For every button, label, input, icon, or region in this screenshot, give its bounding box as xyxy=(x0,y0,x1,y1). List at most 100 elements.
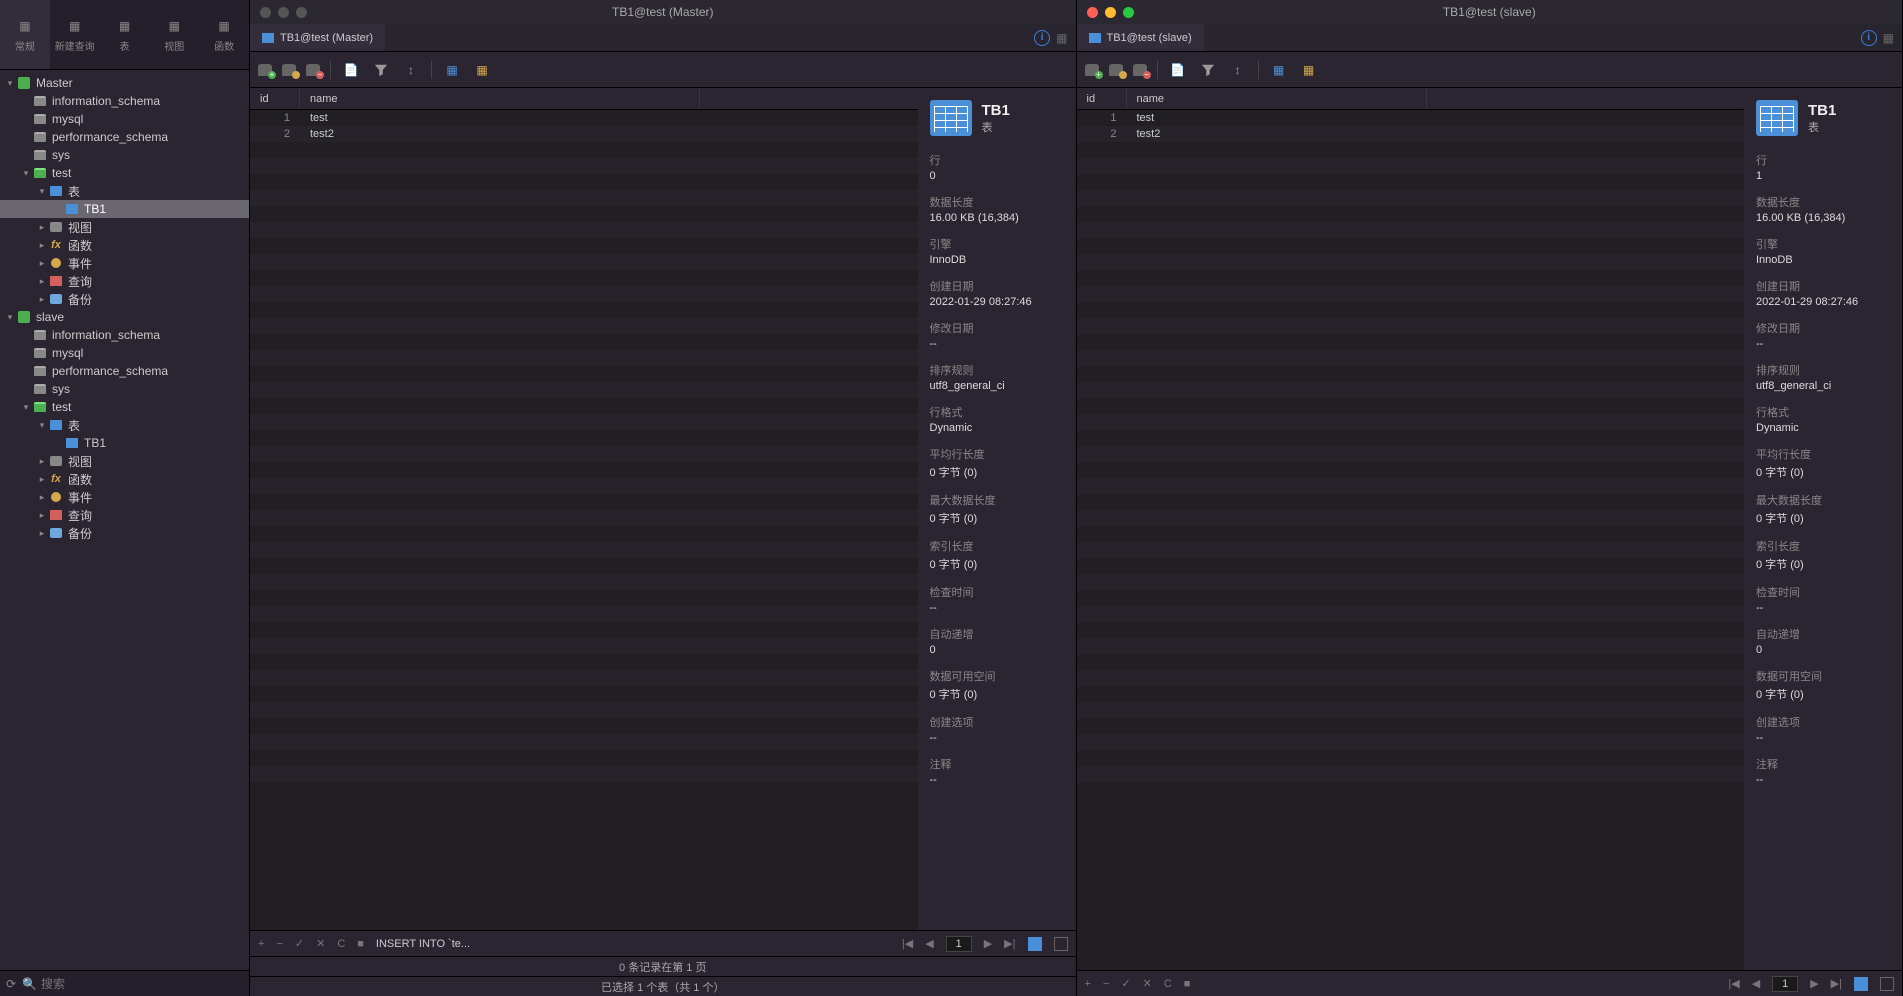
page-input[interactable] xyxy=(1772,976,1798,992)
import-button[interactable]: ▦ xyxy=(442,60,462,80)
toolbar-gear[interactable]: ▦常规 xyxy=(0,0,50,69)
tree-queries[interactable]: ▸查询 xyxy=(0,506,249,524)
connection-slave[interactable]: ▾slave xyxy=(0,308,249,326)
sync-icon[interactable]: ⟳ xyxy=(6,977,16,991)
column-header-id[interactable]: id xyxy=(250,88,300,109)
info-icon[interactable]: i xyxy=(1034,30,1050,46)
table-row[interactable]: 1test xyxy=(1077,110,1745,126)
stop-button[interactable]: ■ xyxy=(357,938,364,950)
cell-name[interactable]: test2 xyxy=(300,126,700,142)
expand-arrow-icon[interactable]: ▸ xyxy=(36,276,48,287)
database-sys[interactable]: sys xyxy=(0,146,249,164)
toolbar-fx[interactable]: ▦函数 xyxy=(199,0,249,69)
table-row[interactable]: 1test xyxy=(250,110,918,126)
page-input[interactable] xyxy=(946,936,972,952)
database-mysql[interactable]: mysql xyxy=(0,110,249,128)
table-row[interactable]: 2test2 xyxy=(250,126,918,142)
database-information_schema[interactable]: information_schema xyxy=(0,92,249,110)
connection-Master[interactable]: ▾Master xyxy=(0,74,249,92)
tab-active[interactable]: TB1@test (Master) xyxy=(250,24,385,51)
toolbar-table[interactable]: ▦表 xyxy=(100,0,150,69)
first-page-button[interactable]: |◀ xyxy=(902,937,913,950)
expand-arrow-icon[interactable]: ▸ xyxy=(36,456,48,467)
delete-record-button[interactable]: − xyxy=(1103,978,1109,990)
expand-arrow-icon[interactable]: ▾ xyxy=(36,420,48,431)
tree-views[interactable]: ▸视图 xyxy=(0,218,249,236)
next-page-button[interactable]: ▶ xyxy=(1810,977,1818,990)
expand-arrow-icon[interactable]: ▸ xyxy=(36,240,48,251)
table-TB1[interactable]: TB1 xyxy=(0,434,249,452)
table-row[interactable]: 2test2 xyxy=(1077,126,1745,142)
info-icon[interactable]: i xyxy=(1861,30,1877,46)
grid-body[interactable]: 1test2test2 xyxy=(250,110,918,930)
expand-arrow-icon[interactable]: ▾ xyxy=(20,402,32,413)
export-button[interactable]: 📄 xyxy=(1168,60,1188,80)
new-row-button[interactable]: + xyxy=(258,64,272,76)
sort-button[interactable]: ↕ xyxy=(401,60,421,80)
database-performance_schema[interactable]: performance_schema xyxy=(0,128,249,146)
grid-view-button[interactable] xyxy=(1028,937,1042,951)
new-row-button[interactable]: + xyxy=(1085,64,1099,76)
database-test[interactable]: ▾test xyxy=(0,164,249,182)
expand-arrow-icon[interactable]: ▸ xyxy=(36,258,48,269)
form-view-button[interactable] xyxy=(1880,977,1894,991)
traffic-lights[interactable] xyxy=(260,7,307,18)
tree-backups[interactable]: ▸备份 xyxy=(0,524,249,542)
tab-active[interactable]: TB1@test (slave) xyxy=(1077,24,1204,51)
tree-events[interactable]: ▸事件 xyxy=(0,488,249,506)
delete-row-button[interactable]: − xyxy=(306,64,320,76)
expand-arrow-icon[interactable]: ▾ xyxy=(36,186,48,197)
filter-button[interactable] xyxy=(1198,60,1218,80)
filter-button[interactable] xyxy=(371,60,391,80)
expand-arrow-icon[interactable]: ▸ xyxy=(36,222,48,233)
refresh-button[interactable]: C xyxy=(1164,978,1172,990)
toolbar-query[interactable]: ▦新建查询 xyxy=(50,0,100,69)
tree-views[interactable]: ▸视图 xyxy=(0,452,249,470)
add-record-button[interactable]: + xyxy=(258,938,264,950)
apply-button[interactable]: ✓ xyxy=(295,937,304,950)
expand-arrow-icon[interactable]: ▸ xyxy=(36,528,48,539)
grid-body[interactable]: 1test2test2 xyxy=(1077,110,1745,970)
grid-view-button[interactable] xyxy=(1854,977,1868,991)
expand-arrow-icon[interactable]: ▸ xyxy=(36,474,48,485)
delete-record-button[interactable]: − xyxy=(276,938,282,950)
next-page-button[interactable]: ▶ xyxy=(984,937,992,950)
prev-page-button[interactable]: ◀ xyxy=(925,937,933,950)
tree-queries[interactable]: ▸查询 xyxy=(0,272,249,290)
refresh-button[interactable]: C xyxy=(337,938,345,950)
apply-button[interactable]: ✓ xyxy=(1121,977,1130,990)
save-button[interactable] xyxy=(282,64,296,76)
database-sys[interactable]: sys xyxy=(0,380,249,398)
expand-arrow-icon[interactable]: ▸ xyxy=(36,492,48,503)
column-header-name[interactable]: name xyxy=(300,88,700,109)
traffic-lights[interactable] xyxy=(1087,7,1134,18)
first-page-button[interactable]: |◀ xyxy=(1728,977,1739,990)
cell-name[interactable]: test xyxy=(300,110,700,126)
form-view-button[interactable] xyxy=(1054,937,1068,951)
tree-functions[interactable]: ▸fx函数 xyxy=(0,470,249,488)
column-header-id[interactable]: id xyxy=(1077,88,1127,109)
delete-row-button[interactable]: − xyxy=(1133,64,1147,76)
tree-backups[interactable]: ▸备份 xyxy=(0,290,249,308)
expand-arrow-icon[interactable]: ▸ xyxy=(36,510,48,521)
expand-arrow-icon[interactable]: ▾ xyxy=(20,168,32,179)
tree-tables[interactable]: ▾表 xyxy=(0,182,249,200)
import-button[interactable]: ▦ xyxy=(1269,60,1289,80)
add-record-button[interactable]: + xyxy=(1085,978,1091,990)
tree-functions[interactable]: ▸fx函数 xyxy=(0,236,249,254)
database-mysql[interactable]: mysql xyxy=(0,344,249,362)
expand-arrow-icon[interactable]: ▾ xyxy=(4,312,16,323)
columns-icon[interactable]: ▦ xyxy=(1883,31,1894,45)
tree-events[interactable]: ▸事件 xyxy=(0,254,249,272)
cancel-button[interactable]: ✕ xyxy=(316,937,325,950)
save-button[interactable] xyxy=(1109,64,1123,76)
columns-icon[interactable]: ▦ xyxy=(1056,31,1067,45)
expand-arrow-icon[interactable]: ▾ xyxy=(4,78,16,89)
cell-name[interactable]: test xyxy=(1127,110,1427,126)
prev-page-button[interactable]: ◀ xyxy=(1752,977,1760,990)
table-TB1[interactable]: TB1 xyxy=(0,200,249,218)
column-header-name[interactable]: name xyxy=(1127,88,1427,109)
export2-button[interactable]: ▦ xyxy=(472,60,492,80)
stop-button[interactable]: ■ xyxy=(1184,978,1191,990)
last-page-button[interactable]: ▶| xyxy=(1831,977,1842,990)
